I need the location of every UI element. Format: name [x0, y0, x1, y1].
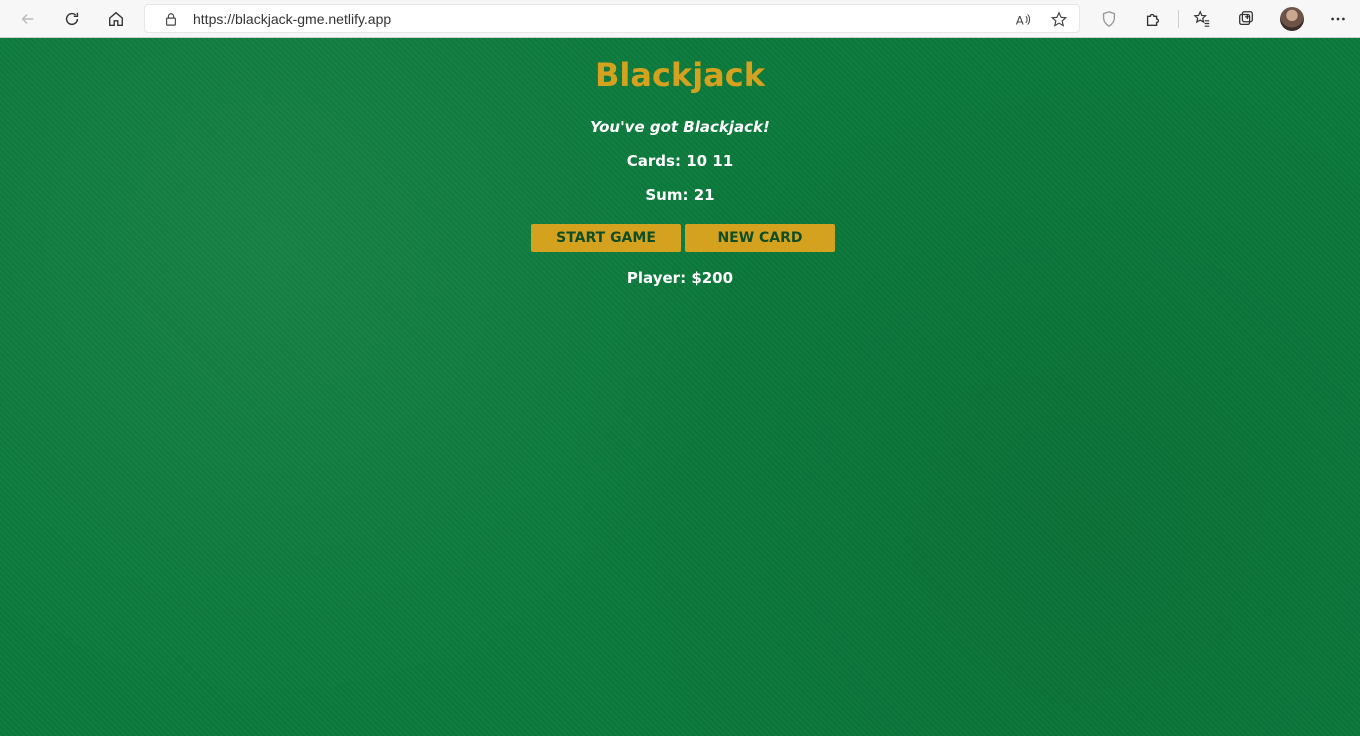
shield-icon[interactable] — [1095, 5, 1123, 33]
profile-avatar[interactable] — [1280, 7, 1304, 31]
player-chips: $200 — [691, 269, 734, 287]
player-line: Player: $200 — [0, 269, 1360, 287]
game-message: You've got Blackjack! — [590, 118, 770, 136]
new-card-button[interactable]: NEW CARD — [685, 224, 835, 252]
sum-label: Sum: — [645, 186, 689, 204]
home-icon[interactable] — [102, 5, 130, 33]
sum-value: 21 — [693, 186, 715, 204]
game-table: Blackjack You've got Blackjack! Cards: 1… — [0, 38, 1360, 736]
back-icon[interactable] — [14, 5, 42, 33]
collections-icon[interactable] — [1232, 5, 1260, 33]
lock-icon[interactable] — [163, 11, 179, 27]
cards-value: 10 11 — [686, 152, 734, 170]
read-aloud-icon[interactable]: A — [1013, 10, 1033, 30]
sum-line: Sum: 21 — [0, 186, 1360, 204]
browser-toolbar: https://blackjack-gme.netlify.app A — [0, 0, 1360, 38]
cards-line: Cards: 10 11 — [0, 152, 1360, 170]
favorites-icon[interactable] — [1188, 5, 1216, 33]
url-text[interactable]: https://blackjack-gme.netlify.app — [193, 11, 391, 27]
add-favorite-icon[interactable] — [1049, 10, 1069, 30]
toolbar-divider — [1178, 10, 1179, 28]
cards-label: Cards: — [626, 152, 681, 170]
start-game-button[interactable]: START GAME — [531, 224, 681, 252]
svg-text:A: A — [1016, 14, 1024, 28]
page-title: Blackjack — [594, 56, 765, 94]
player-label: Player: — [626, 269, 687, 287]
refresh-icon[interactable] — [58, 5, 86, 33]
extensions-icon[interactable] — [1139, 5, 1167, 33]
address-bar[interactable]: https://blackjack-gme.netlify.app A — [144, 4, 1080, 33]
more-icon[interactable] — [1324, 5, 1352, 33]
